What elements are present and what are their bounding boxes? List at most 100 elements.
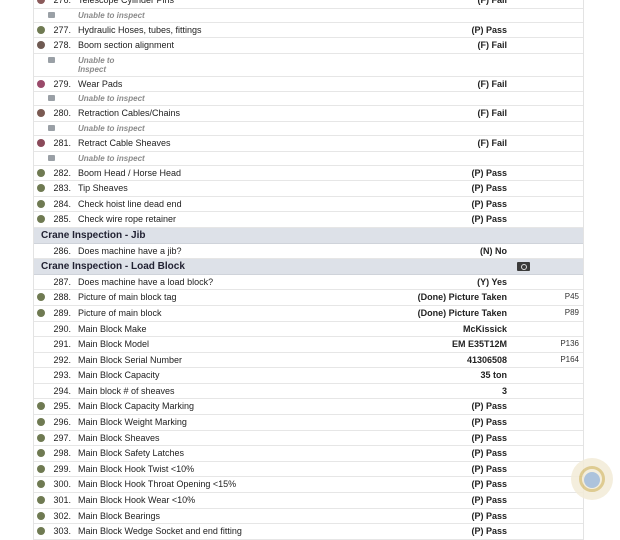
item-label: Boom section alignment xyxy=(78,40,175,51)
item-result: (P) Pass xyxy=(471,183,507,194)
checklist-row[interactable]: 293. Main Block Capacity 35 ton xyxy=(34,368,583,384)
status-dot-icon xyxy=(37,109,45,118)
checklist-row[interactable]: 303. Main Block Wedge Socket and end fitt… xyxy=(34,524,583,540)
item-result: (P) Pass xyxy=(471,167,507,178)
status-dot-icon xyxy=(37,293,45,302)
item-label: Main Block Capacity xyxy=(78,370,160,381)
checklist-row[interactable]: 302. Main Block Bearings (P) Pass xyxy=(34,508,583,525)
section-title: Crane Inspection - Load Block xyxy=(41,261,185,273)
status-dot-icon xyxy=(37,41,45,50)
item-label: Main Block Capacity Marking xyxy=(78,401,195,412)
photo-reference[interactable]: P45 xyxy=(565,292,579,301)
checklist-row[interactable]: 295. Main Block Capacity Marking (P) Pass xyxy=(34,399,583,416)
checklist-row[interactable]: 277. Hydraulic Hoses, tubes, fittings (P) … xyxy=(34,22,583,39)
note-text: Unable to Inspect xyxy=(78,55,115,74)
item-label: Main Block Sheaves xyxy=(78,432,160,443)
comment-icon xyxy=(48,154,55,161)
checklist-row[interactable]: 289. Picture of main block (Done) Picture … xyxy=(34,305,583,322)
item-label: Retract Cable Sheaves xyxy=(78,137,171,148)
status-dot-icon xyxy=(37,433,45,442)
item-label: Main Block Hook Wear <10% xyxy=(78,495,196,506)
checklist-row[interactable]: 286. Does machine have a jib? (N) No xyxy=(34,243,583,260)
item-label: Retraction Cables/Chains xyxy=(78,108,181,119)
note-row: Unable to inspect xyxy=(34,8,583,23)
checklist-row[interactable]: 290. Main Block Make McKissick xyxy=(34,321,583,338)
item-label: Hydraulic Hoses, tubes, fittings xyxy=(78,24,202,35)
item-label: Main Block Hook Throat Opening <15% xyxy=(78,479,237,490)
item-result: (F) Fail xyxy=(477,137,508,148)
status-dot-icon xyxy=(37,402,45,411)
photo-reference[interactable]: P164 xyxy=(560,355,579,364)
item-label: Main Block Model xyxy=(78,339,150,350)
item-label: Does machine have a jib? xyxy=(78,245,182,256)
item-result: (P) Pass xyxy=(471,198,507,209)
checklist-row[interactable]: 287. Does machine have a load block? (Y) Y… xyxy=(34,274,583,291)
status-dot-icon xyxy=(37,308,45,317)
item-number: 283. xyxy=(53,183,71,194)
checklist-row[interactable]: 276. Telescope Cylinder Pins (F) Fail xyxy=(34,0,583,9)
camera-icon[interactable] xyxy=(517,262,530,272)
checklist-row[interactable]: 282. Boom Head / Horse Head (P) Pass xyxy=(34,165,583,182)
item-result: 3 xyxy=(501,385,507,396)
item-result: (P) Pass xyxy=(471,510,507,521)
status-dot-icon xyxy=(37,199,45,208)
checklist-row[interactable]: 292. Main Block Serial Number 41306508 P164 xyxy=(34,352,583,369)
item-number: 298. xyxy=(53,448,71,459)
status-dot-icon xyxy=(37,25,45,34)
status-dot-icon xyxy=(37,511,45,520)
item-label: Main Block Serial Number xyxy=(78,354,183,365)
item-result: (Done) Picture Taken xyxy=(417,292,507,303)
checklist-row[interactable]: 280. Retraction Cables/Chains (F) Fail xyxy=(34,106,583,122)
checklist-row[interactable]: 283. Tip Sheaves (P) Pass xyxy=(34,181,583,197)
checklist-row[interactable]: 288. Picture of main block tag (Done) Pict… xyxy=(34,290,583,306)
item-result: (N) No xyxy=(480,245,507,256)
comment-icon xyxy=(48,95,55,102)
item-result: McKissick xyxy=(462,323,507,334)
item-label: Telescope Cylinder Pins xyxy=(78,0,175,5)
item-number: 295. xyxy=(53,401,71,412)
checklist-row[interactable]: 291. Main Block Model EM E35T12M P136 xyxy=(34,337,583,353)
comment-icon xyxy=(48,56,55,63)
item-result: (Y) Yes xyxy=(477,276,507,287)
item-result: (P) Pass xyxy=(471,479,507,490)
item-label: Does machine have a load block? xyxy=(78,276,214,287)
item-number: 291. xyxy=(53,339,71,350)
note-row: Unable to inspect xyxy=(34,151,583,166)
photo-reference[interactable]: P136 xyxy=(560,339,579,348)
checklist-row[interactable]: 284. Check hoist line dead end (P) Pass xyxy=(34,196,583,213)
checklist-row[interactable]: 301. Main Block Hook Wear <10% (P) Pass xyxy=(34,493,583,509)
item-number: 296. xyxy=(53,417,71,428)
section-title: Crane Inspection - Jib xyxy=(41,229,146,241)
checklist-row[interactable]: 279. Wear Pads (F) Fail xyxy=(34,76,583,93)
item-number: 281. xyxy=(53,137,71,148)
item-number: 301. xyxy=(53,495,71,506)
status-dot-icon xyxy=(37,0,45,4)
item-label: Check hoist line dead end xyxy=(78,198,182,209)
item-number: 297. xyxy=(53,432,71,443)
item-label: Main Block Wedge Socket and end fitting xyxy=(78,526,242,537)
checklist-row[interactable]: 278. Boom section alignment (F) Fail xyxy=(34,38,583,54)
checklist-row[interactable]: 294. Main block # of sheaves 3 xyxy=(34,383,583,400)
item-label: Main Block Bearings xyxy=(78,510,161,521)
item-number: 277. xyxy=(53,24,71,35)
checklist-row[interactable]: 298. Main Block Safety Latches (P) Pass xyxy=(34,446,583,462)
item-number: 293. xyxy=(53,370,71,381)
checklist-row[interactable]: 281. Retract Cable Sheaves (F) Fail xyxy=(34,135,583,152)
section-header: Crane Inspection - Load Block xyxy=(34,259,583,275)
item-result: (P) Pass xyxy=(471,24,507,35)
item-label: Boom Head / Horse Head xyxy=(78,167,182,178)
checklist-row[interactable]: 285. Check wire rope retainer (P) Pass xyxy=(34,212,583,228)
note-text: Unable to inspect xyxy=(78,123,145,133)
checklist-row[interactable]: 300. Main Block Hook Throat Opening <15% (… xyxy=(34,477,583,494)
item-result: (P) Pass xyxy=(471,463,507,474)
item-number: 285. xyxy=(53,214,71,225)
item-number: 284. xyxy=(53,198,71,209)
photo-reference[interactable]: P89 xyxy=(565,308,579,317)
item-result: (P) Pass xyxy=(471,417,507,428)
checklist-row[interactable]: 296. Main Block Weight Marking (P) Pass xyxy=(34,415,583,431)
section-header: Crane Inspection - Jib xyxy=(34,227,583,244)
checklist-row[interactable]: 297. Main Block Sheaves (P) Pass xyxy=(34,430,583,447)
inspection-sheet: 276. Telescope Cylinder Pins (F) Fail Unabl… xyxy=(33,0,584,540)
checklist-row[interactable]: 299. Main Block Hook Twist <10% (P) Pass xyxy=(34,461,583,478)
status-dot-icon xyxy=(37,480,45,489)
